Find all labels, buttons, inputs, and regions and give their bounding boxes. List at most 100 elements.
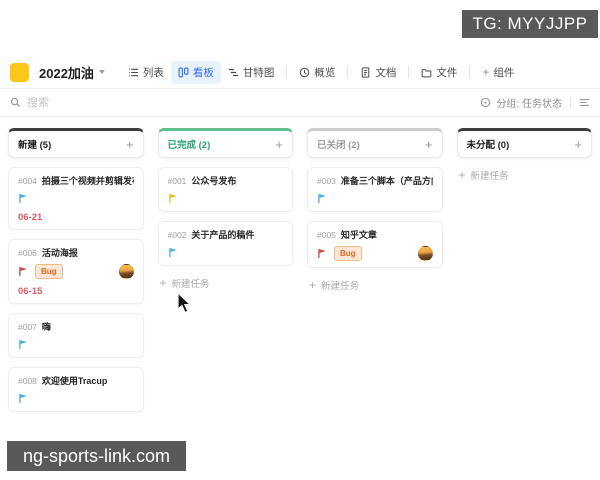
task-id: #007 [18, 322, 37, 332]
due-date: 06-21 [18, 212, 43, 223]
tab-label: 列表 [142, 66, 164, 79]
task-card[interactable]: #003 准备三个脚本（产品方向） [307, 167, 443, 212]
task-title: 公众号发布 [191, 176, 237, 186]
task-title: 活动海报 [41, 248, 78, 258]
mouse-cursor [177, 292, 192, 314]
list-icon [128, 67, 139, 78]
search-box [10, 96, 227, 109]
tab-overview[interactable]: 概览 [292, 61, 342, 84]
search-input[interactable] [27, 96, 227, 109]
priority-flag-icon [18, 393, 28, 404]
due-date: 06-15 [18, 286, 43, 297]
overview-icon [299, 67, 310, 78]
tab-label: 文件 [436, 66, 458, 79]
add-task-label: 新建任务 [321, 281, 360, 292]
watermark-domain: ng-sports-link.com [7, 441, 186, 471]
bug-tag: Bug [35, 264, 63, 279]
task-card[interactable]: #006 活动海报 Bug 06-15 [8, 239, 144, 304]
kanban-icon [178, 67, 189, 78]
task-id: #006 [18, 248, 37, 258]
tab-widget[interactable]: + 组件 [475, 61, 521, 84]
project-header: 2022加油 列表 看板 甘特图 概览 文档 文件 + 组件 [0, 56, 600, 89]
add-task-button[interactable]: + 新建任务 [307, 278, 443, 292]
task-card[interactable]: #008 欢迎使用Tracup [8, 367, 144, 412]
tab-label: 组件 [493, 66, 515, 79]
column-title: 已关闭 (2) [317, 140, 360, 151]
priority-flag-icon [18, 339, 28, 350]
tab-divider [286, 66, 288, 78]
project-title[interactable]: 2022加油 [39, 63, 94, 82]
task-title: 准备三个脚本（产品方向） [340, 176, 433, 186]
column-title: 未分配 (0) [466, 140, 510, 151]
board-toolbar: 分组: 任务状态 [0, 89, 600, 117]
add-task-button[interactable]: + 新建任务 [457, 168, 593, 182]
plus-icon: + [159, 276, 167, 290]
task-title: 知乎文章 [340, 230, 377, 240]
group-icon [481, 97, 491, 108]
tab-label: 看板 [192, 66, 214, 79]
priority-flag-icon [18, 266, 28, 277]
add-card-icon[interactable]: + [126, 138, 134, 151]
project-logo[interactable] [10, 62, 29, 82]
priority-flag-icon [168, 193, 178, 204]
column-header[interactable]: 已完成 (2) + [157, 128, 293, 158]
column-header[interactable]: 未分配 (0) + [456, 128, 592, 158]
group-by-label: 分组: 任务状态 [496, 99, 562, 110]
add-card-icon[interactable]: + [275, 138, 283, 151]
task-id: #005 [317, 230, 336, 240]
tab-label: 甘特图 [242, 66, 275, 79]
column-done: 已完成 (2) + #001 公众号发布 #002 关于产品的稿件 + 新建任务 [157, 128, 294, 290]
add-card-icon[interactable]: + [425, 138, 433, 151]
column-title: 已完成 (2) [167, 140, 211, 151]
assignee-avatar [118, 264, 134, 279]
toolbar-divider [570, 97, 571, 108]
task-title: 嗨 [41, 322, 51, 332]
tab-gantt[interactable]: 甘特图 [221, 61, 282, 84]
plus-icon: + [458, 168, 466, 182]
tab-docs[interactable]: 文档 [353, 61, 403, 84]
kanban-board: 新建 (5) + #004 拍摄三个视频并剪辑发布 06-21 #006 活动海报 Bug 06… [0, 118, 600, 480]
column-closed: 已关闭 (2) + #003 准备三个脚本（产品方向） #005 知乎文章 Bug + 新建任务 [307, 128, 443, 292]
task-card[interactable]: #004 拍摄三个视频并剪辑发布 06-21 [8, 167, 144, 230]
files-icon [421, 67, 432, 78]
group-by-control[interactable]: 分组: 任务状态 [480, 95, 562, 110]
task-id: #001 [167, 176, 187, 186]
tab-files[interactable]: 文件 [414, 61, 464, 84]
column-header[interactable]: 新建 (5) + [8, 128, 144, 158]
add-task-label: 新建任务 [470, 171, 509, 182]
task-title: 拍摄三个视频并剪辑发布 [41, 176, 134, 186]
search-icon [10, 97, 21, 108]
plus-icon: + [482, 65, 490, 79]
task-card[interactable]: #002 关于产品的稿件 [157, 221, 293, 266]
tab-list[interactable]: 列表 [121, 61, 171, 84]
chevron-down-icon[interactable] [98, 70, 105, 74]
view-settings-icon[interactable] [579, 97, 590, 108]
tab-divider [408, 66, 410, 78]
bug-tag: Bug [334, 246, 362, 261]
add-task-label: 新建任务 [171, 279, 210, 290]
priority-flag-icon [317, 248, 327, 259]
tab-label: 文档 [375, 66, 397, 79]
add-card-icon[interactable]: + [574, 138, 582, 151]
task-card[interactable]: #001 公众号发布 [157, 167, 293, 212]
tab-divider [469, 66, 471, 78]
task-id: #004 [18, 176, 37, 186]
task-title: 关于产品的稿件 [191, 230, 255, 240]
add-task-button[interactable]: + 新建任务 [158, 276, 294, 290]
task-id: #008 [18, 376, 37, 386]
column-new: 新建 (5) + #004 拍摄三个视频并剪辑发布 06-21 #006 活动海报 Bug 06… [8, 128, 144, 412]
column-title: 新建 (5) [18, 140, 52, 151]
task-card[interactable]: #005 知乎文章 Bug [307, 221, 443, 268]
task-id: #002 [167, 230, 187, 240]
column-header[interactable]: 已关闭 (2) + [307, 128, 443, 158]
gantt-icon [228, 67, 239, 78]
tab-bar: 列表 看板 甘特图 概览 文档 文件 + 组件 [121, 60, 522, 84]
priority-flag-icon [168, 247, 178, 258]
task-card[interactable]: #007 嗨 [8, 313, 144, 358]
tab-kanban[interactable]: 看板 [170, 60, 221, 84]
tab-label: 概览 [314, 66, 336, 79]
task-id: #003 [317, 176, 336, 186]
watermark-telegram: TG: MYYJJPP [462, 10, 598, 38]
plus-icon: + [309, 278, 317, 292]
docs-icon [360, 66, 371, 78]
